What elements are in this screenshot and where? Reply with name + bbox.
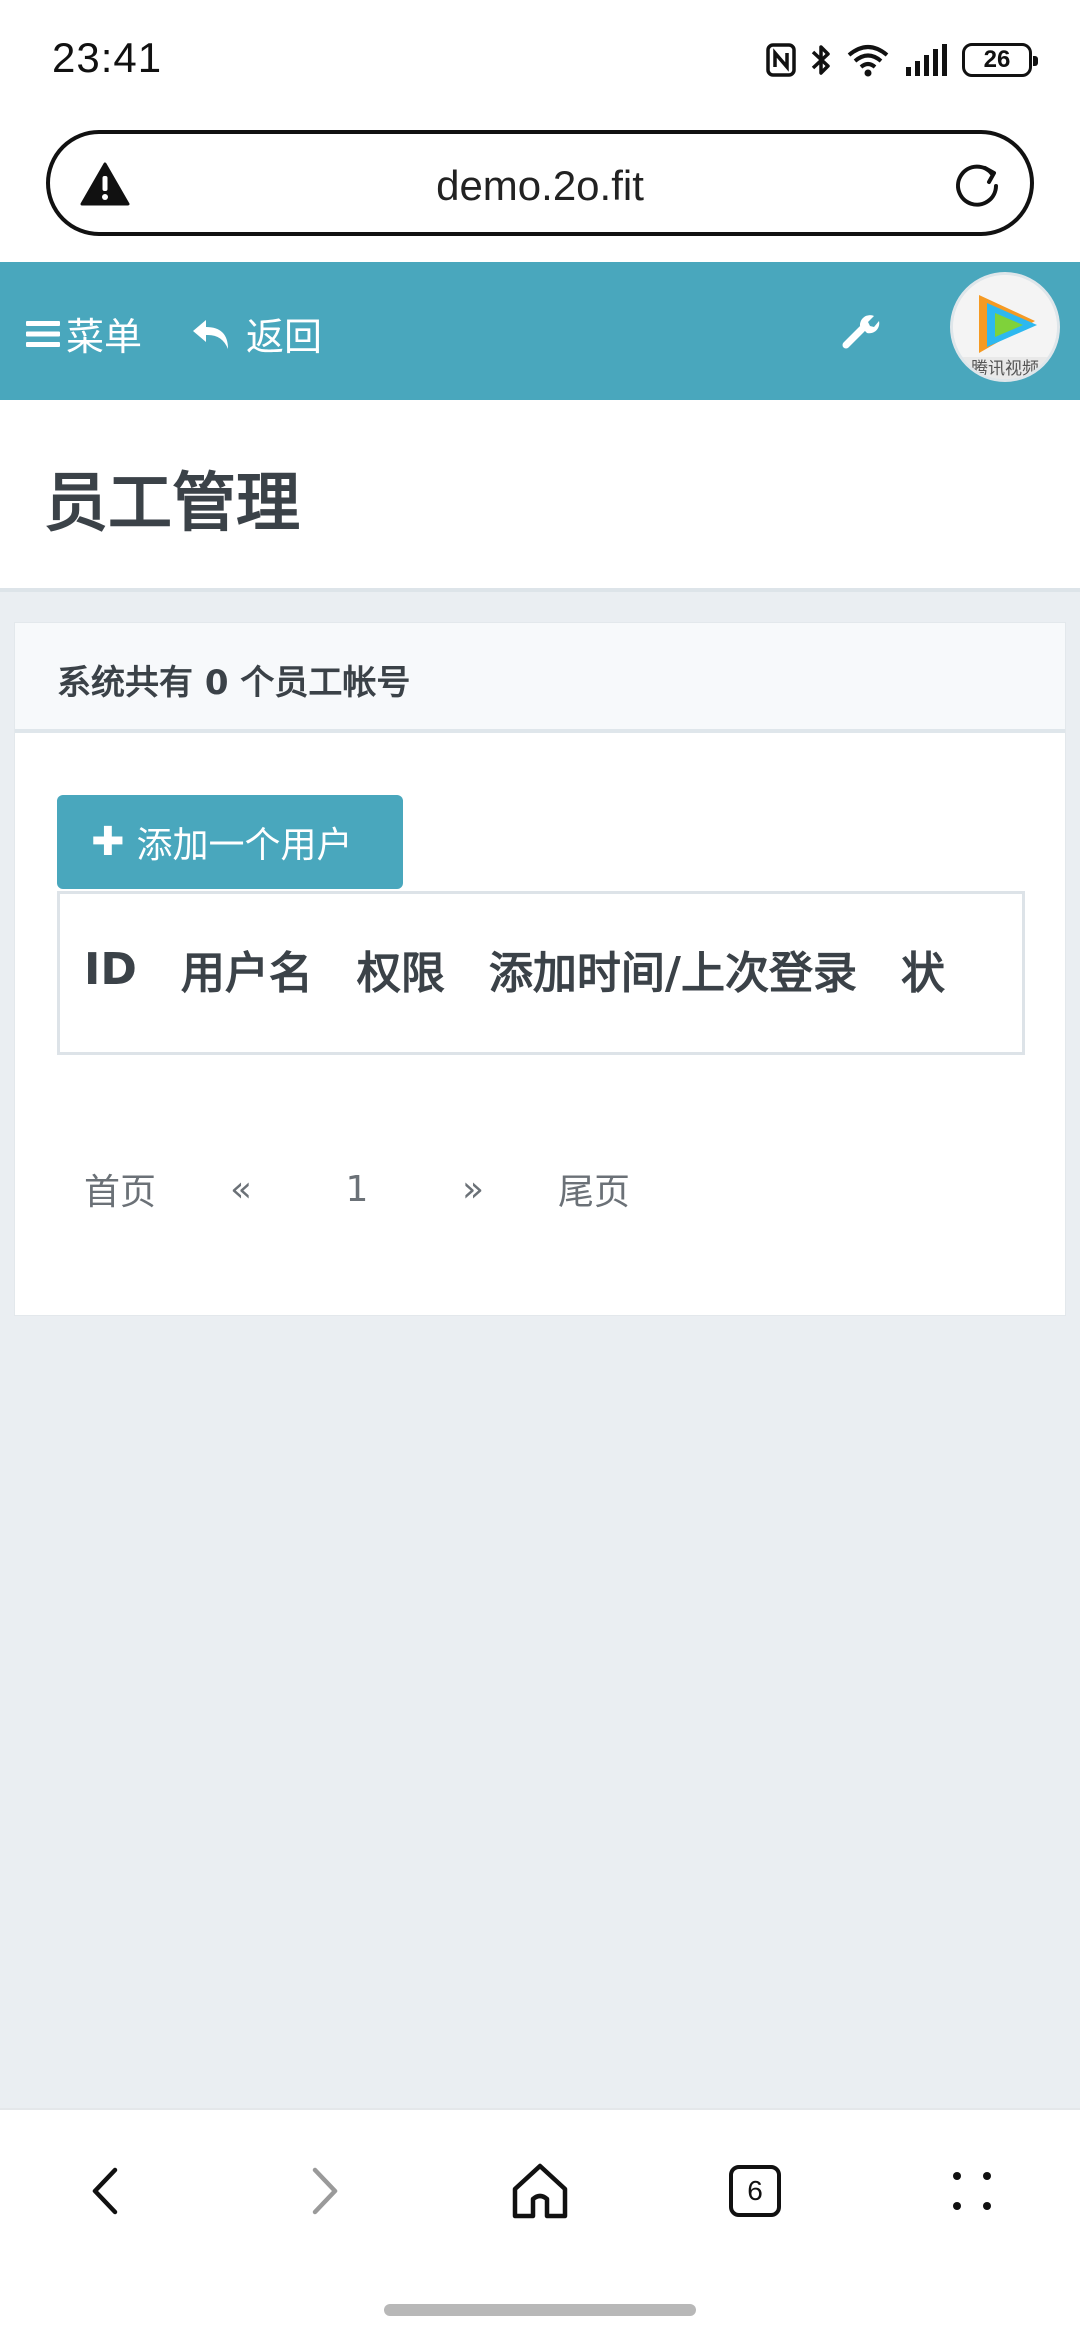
browser-bottom-bar: 6 xyxy=(0,2108,1080,2331)
reply-arrow-icon xyxy=(193,319,228,349)
status-time: 23:41 xyxy=(52,34,163,81)
url-text[interactable]: demo.2o.fit xyxy=(50,162,1030,210)
staff-table: ID 用户名 权限 添加时间/上次登录 状 xyxy=(60,934,967,1004)
status-bar: 23:41 26 xyxy=(0,0,1080,120)
nfc-icon xyxy=(766,43,796,77)
avatar[interactable]: 腾讯视频 xyxy=(950,272,1060,382)
browser-forward-button[interactable] xyxy=(290,2156,360,2226)
staff-panel: 系统共有 0 个员工帐号 ✚ 添加一个用户 ID 用户名 权限 添加时间/上次登… xyxy=(14,622,1066,1316)
column-header-permission[interactable]: 权限 xyxy=(335,934,467,1004)
browser-url-area: demo.2o.fit xyxy=(0,120,1080,262)
tabs-count-icon: 6 xyxy=(729,2165,781,2217)
bluetooth-icon xyxy=(811,45,830,75)
signal-icon xyxy=(906,44,947,76)
add-user-button[interactable]: ✚ 添加一个用户 xyxy=(57,795,403,889)
tencent-video-logo-icon: 腾讯视频 xyxy=(953,275,1057,379)
back-button[interactable]: 返回 xyxy=(190,306,322,361)
avatar-logo-text: 腾讯视频 xyxy=(971,359,1039,379)
pagination-last[interactable]: 尾页 xyxy=(531,1163,657,1215)
address-bar[interactable]: demo.2o.fit xyxy=(46,130,1034,236)
column-header-username[interactable]: 用户名 xyxy=(159,934,335,1004)
pagination-page-1[interactable]: 1 xyxy=(299,1169,415,1210)
page-header: 员工管理 xyxy=(0,400,1080,592)
staff-count-summary: 系统共有 0 个员工帐号 xyxy=(57,663,411,703)
browser-back-button[interactable] xyxy=(70,2156,140,2226)
more-dots-icon xyxy=(953,2172,991,2210)
back-label: 返回 xyxy=(246,315,323,359)
page-title: 员工管理 xyxy=(44,467,300,541)
hamburger-icon xyxy=(26,320,60,347)
pagination-next[interactable]: » xyxy=(415,1169,531,1210)
home-indicator[interactable] xyxy=(384,2304,696,2316)
app-navbar: 菜单 返回 腾讯视频 xyxy=(0,262,1080,400)
pagination: 首页 « 1 » 尾页 xyxy=(57,1163,657,1215)
menu-button[interactable]: 菜单 xyxy=(26,306,142,361)
plus-icon: ✚ xyxy=(91,819,125,865)
browser-home-button[interactable] xyxy=(505,2156,575,2226)
browser-more-button[interactable] xyxy=(937,2156,1007,2226)
battery-icon: 26 xyxy=(962,43,1038,77)
wrench-icon[interactable] xyxy=(842,312,882,352)
reload-icon[interactable] xyxy=(952,160,1002,210)
chevron-right-icon xyxy=(312,2167,338,2215)
wifi-icon xyxy=(847,45,889,77)
staff-table-container[interactable]: ID 用户名 权限 添加时间/上次登录 状 xyxy=(57,891,1025,1055)
table-header-row: ID 用户名 权限 添加时间/上次登录 状 xyxy=(60,934,967,1004)
home-icon xyxy=(512,2163,568,2219)
add-user-label: 添加一个用户 xyxy=(136,825,353,866)
column-header-status[interactable]: 状 xyxy=(879,934,967,1004)
column-header-id[interactable]: ID xyxy=(60,934,159,1004)
chevron-left-icon xyxy=(92,2167,118,2215)
battery-level: 26 xyxy=(983,46,1011,73)
browser-tabs-button[interactable]: 6 xyxy=(720,2156,790,2226)
menu-label: 菜单 xyxy=(66,315,143,359)
pagination-first[interactable]: 首页 xyxy=(57,1163,183,1215)
pagination-prev[interactable]: « xyxy=(183,1169,299,1210)
status-icons: 26 xyxy=(766,40,1038,80)
column-header-added-last-login[interactable]: 添加时间/上次登录 xyxy=(467,934,879,1004)
panel-heading: 系统共有 0 个员工帐号 xyxy=(15,623,1065,733)
